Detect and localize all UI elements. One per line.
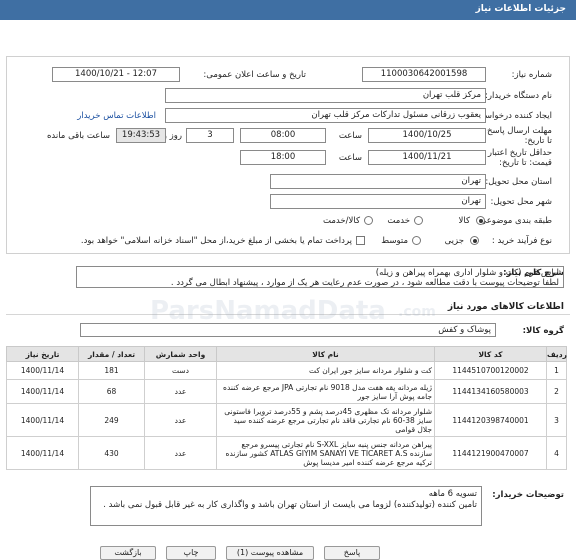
category-radio-goods[interactable] bbox=[476, 216, 485, 225]
col-code-header: کد کالا bbox=[434, 346, 547, 362]
goods-section-title: اطلاعات کالاهای مورد نیاز bbox=[447, 302, 564, 312]
description-line-2: لطفا توضیحات پیوست با دقت مطالعه شود ، د… bbox=[170, 278, 559, 288]
reply-button[interactable]: پاسخ bbox=[324, 546, 380, 560]
goods-table: تاریخ نیاز تعداد / مقدار واحد شمارش نام … bbox=[6, 346, 567, 470]
deadline-date-field: 1400/10/25 bbox=[368, 128, 486, 143]
cell-unit: دست bbox=[144, 361, 217, 380]
cell-row: 1 bbox=[546, 361, 567, 380]
remaining-time-field: 19:43:53 bbox=[116, 128, 166, 143]
table-row: 1400/11/14 181 دست کت و شلوار مردانه سای… bbox=[6, 361, 567, 380]
category-radio-goods-service[interactable] bbox=[364, 216, 373, 225]
remaining-time-label: ساعت باقی مانده bbox=[46, 131, 110, 141]
page-title: جزئیات اطلاعات نیاز bbox=[475, 4, 566, 14]
process-label: نوع فرآیند خرید : bbox=[491, 236, 552, 246]
cell-name: شلوار مردانه تک مظهری 45درصد پشم و 55درص… bbox=[216, 403, 435, 437]
cell-unit: عدد bbox=[144, 379, 217, 404]
cell-qty: 181 bbox=[78, 361, 145, 380]
buyer-org-label: نام دستگاه خریدار: bbox=[485, 91, 552, 101]
validity-time-field: 18:00 bbox=[240, 150, 326, 165]
need-number-field: 1100030642001598 bbox=[362, 67, 486, 82]
table-row: 1400/11/14 68 عدد ژیله مردانه یقه هفت مد… bbox=[6, 379, 567, 404]
table-row: 1400/11/14 430 عدد پیراهن مردانه جنس پنب… bbox=[6, 436, 567, 470]
section-divider bbox=[6, 314, 570, 315]
cell-qty: 68 bbox=[78, 379, 145, 404]
cell-code: 1144121900470007 bbox=[434, 436, 547, 470]
back-button[interactable]: بازگشت bbox=[100, 546, 156, 560]
province-label: استان محل تحویل: bbox=[485, 177, 552, 187]
buyer-contact-link[interactable]: اطلاعات تماس خریدار bbox=[77, 111, 156, 121]
need-number-label: شماره نیاز: bbox=[511, 70, 552, 80]
description-box: لباس فرم (کت و شلوار اداری بهمراه پیراهن… bbox=[76, 266, 564, 288]
col-name-header: نام کالا bbox=[216, 346, 435, 362]
cell-row: 4 bbox=[546, 436, 567, 470]
category-option-service: خدمت bbox=[387, 216, 410, 226]
buyer-notes-label: توضیحات خریدار: bbox=[492, 490, 564, 500]
cell-name: پیراهن مردانه جنس پنبه سایز S-XXL نام تج… bbox=[216, 436, 435, 470]
cell-date: 1400/11/14 bbox=[6, 436, 79, 470]
col-row-header: ردیف bbox=[546, 346, 567, 362]
cell-code: 1144510700120002 bbox=[434, 361, 547, 380]
buyer-org-field: مرکز قلب تهران bbox=[165, 88, 486, 103]
process-radio-minor[interactable] bbox=[470, 236, 479, 245]
page-header: جزئیات اطلاعات نیاز bbox=[0, 0, 576, 20]
buyer-notes-line-2: تامین کننده (تولیدکننده) لزوما می بایست … bbox=[103, 500, 477, 510]
description-line-1: لباس فرم (کت و شلوار اداری بهمراه پیراهن… bbox=[375, 268, 559, 278]
process-radio-medium[interactable] bbox=[412, 236, 421, 245]
watermark-domain: .com bbox=[398, 304, 436, 320]
process-option-medium: متوسط bbox=[381, 236, 408, 246]
city-label: شهر محل تحویل: bbox=[490, 197, 552, 207]
validity-date-field: 1400/11/21 bbox=[368, 150, 486, 165]
cell-qty: 249 bbox=[78, 403, 145, 437]
treasury-checkbox[interactable] bbox=[356, 236, 365, 245]
category-option-goods: کالا bbox=[458, 216, 470, 226]
city-field: تهران bbox=[270, 194, 486, 209]
deadline-time-field: 08:00 bbox=[240, 128, 326, 143]
cell-date: 1400/11/14 bbox=[6, 379, 79, 404]
cell-row: 3 bbox=[546, 403, 567, 437]
category-label: طبقه بندی موضوعی: bbox=[476, 216, 552, 226]
buyer-notes-box: تسویه 6 ماهه تامین کننده (تولیدکننده) لز… bbox=[90, 486, 482, 526]
cell-unit: عدد bbox=[144, 403, 217, 437]
province-field: تهران bbox=[270, 174, 486, 189]
cell-code: 1144120398740001 bbox=[434, 403, 547, 437]
col-date-header: تاریخ نیاز bbox=[6, 346, 79, 362]
goods-group-label: گروه کالا: bbox=[522, 326, 564, 336]
deadline-time-label: ساعت bbox=[338, 131, 362, 141]
cell-name: ژیله مردانه یقه هفت مدل 9018 نام تجارتی … bbox=[216, 379, 435, 404]
col-unit-header: واحد شمارش bbox=[144, 346, 217, 362]
cell-date: 1400/11/14 bbox=[6, 403, 79, 437]
cell-date: 1400/11/14 bbox=[6, 361, 79, 380]
validity-time-label: ساعت bbox=[338, 153, 362, 163]
process-option-minor: جزیی bbox=[444, 236, 464, 246]
cell-qty: 430 bbox=[78, 436, 145, 470]
category-radio-service[interactable] bbox=[414, 216, 423, 225]
treasury-checkbox-label: پرداخت تمام یا بخشی از مبلغ خرید،از محل … bbox=[80, 236, 352, 246]
deadline-label: مهلت ارسال پاسخ: تا تاریخ: bbox=[484, 126, 552, 146]
print-button[interactable]: چاپ bbox=[166, 546, 216, 560]
announce-date-label: تاریخ و ساعت اعلان عمومی: bbox=[203, 70, 306, 80]
cell-unit: عدد bbox=[144, 436, 217, 470]
cell-name: کت و شلوار مردانه سایز جور ایران کت bbox=[216, 361, 435, 380]
cell-row: 2 bbox=[546, 379, 567, 404]
creator-field: یعقوب زرقانی مسئول تدارکات مرکز قلب تهرا… bbox=[165, 108, 486, 123]
goods-group-field: پوشاک و کفش bbox=[80, 323, 496, 337]
cell-code: 1144134160580003 bbox=[434, 379, 547, 404]
table-row: 1400/11/14 249 عدد شلوار مردانه تک مظهری… bbox=[6, 403, 567, 437]
table-header-row: تاریخ نیاز تعداد / مقدار واحد شمارش نام … bbox=[6, 346, 567, 362]
announce-date-field: 1400/10/21 - 12:07 bbox=[52, 67, 180, 82]
watermark-text: ParsNamadData bbox=[150, 296, 386, 326]
col-qty-header: تعداد / مقدار bbox=[78, 346, 145, 362]
view-attachment-button[interactable]: مشاهده پیوست (1) bbox=[226, 546, 314, 560]
category-option-goods-service: کالا/خدمت bbox=[323, 216, 360, 226]
buyer-notes-line-1: تسویه 6 ماهه bbox=[428, 489, 477, 499]
deadline-days-field: 3 bbox=[186, 128, 234, 143]
